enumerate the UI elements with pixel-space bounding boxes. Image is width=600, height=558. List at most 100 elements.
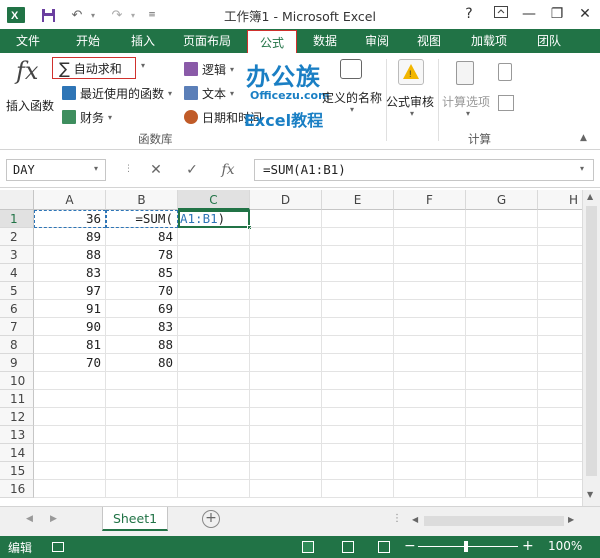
formula-audit-button[interactable]: ! 公式审核 ▾ <box>386 57 438 121</box>
cell-b11[interactable] <box>106 390 178 408</box>
cell-d12[interactable] <box>250 408 322 426</box>
cell-a12[interactable] <box>34 408 106 426</box>
cell-h2[interactable] <box>538 228 582 246</box>
cell-b10[interactable] <box>106 372 178 390</box>
hscroll-right-icon[interactable]: ▶ <box>568 515 574 524</box>
cell-a2[interactable]: 89 <box>34 228 106 246</box>
cell-d5[interactable] <box>250 282 322 300</box>
hscroll-thumb[interactable] <box>424 516 564 526</box>
cell-g13[interactable] <box>466 426 538 444</box>
cell-h6[interactable] <box>538 300 582 318</box>
column-header-c[interactable]: C <box>178 190 250 210</box>
zoom-level[interactable]: 100% <box>548 539 582 553</box>
cell-g2[interactable] <box>466 228 538 246</box>
cell-d11[interactable] <box>250 390 322 408</box>
tab-review[interactable]: 审阅 <box>354 29 400 53</box>
cell-f1[interactable] <box>394 210 466 228</box>
zoom-out-button[interactable]: − <box>404 538 416 554</box>
tab-addins[interactable]: 加载项 <box>458 29 520 53</box>
cell-a4[interactable]: 83 <box>34 264 106 282</box>
column-header-g[interactable]: G <box>466 190 538 210</box>
zoom-in-button[interactable]: + <box>522 538 534 554</box>
row-header-9[interactable]: 9 <box>0 354 34 372</box>
page-break-view-icon[interactable] <box>378 541 390 553</box>
add-sheet-button[interactable]: + <box>202 510 220 528</box>
cell-b4[interactable]: 85 <box>106 264 178 282</box>
cell-b9[interactable]: 80 <box>106 354 178 372</box>
cell-h4[interactable] <box>538 264 582 282</box>
cell-c15[interactable] <box>178 462 250 480</box>
cell-a11[interactable] <box>34 390 106 408</box>
cell-e9[interactable] <box>322 354 394 372</box>
cell-e16[interactable] <box>322 480 394 498</box>
name-box-dropdown-icon[interactable]: ▾ <box>94 164 98 173</box>
cell-a7[interactable]: 90 <box>34 318 106 336</box>
row-header-15[interactable]: 15 <box>0 462 34 480</box>
worksheet-grid[interactable]: ABCDEFGH 1 2 3 4 5 6 7 8 9 10 11 12 13 14 15 16 36 =SUM(… <box>0 190 582 506</box>
cell-g7[interactable] <box>466 318 538 336</box>
name-box[interactable]: DAY <box>6 159 106 181</box>
tab-formulas[interactable]: 公式 <box>247 30 297 54</box>
row-header-3[interactable]: 3 <box>0 246 34 264</box>
autosum-button[interactable]: ∑ 自动求和 <box>52 57 136 79</box>
cell-c8[interactable] <box>178 336 250 354</box>
cell-b15[interactable] <box>106 462 178 480</box>
column-header-e[interactable]: E <box>322 190 394 210</box>
cell-f16[interactable] <box>394 480 466 498</box>
tab-view[interactable]: 视图 <box>406 29 452 53</box>
enter-button[interactable]: ✓ <box>178 159 206 181</box>
cell-a9[interactable]: 70 <box>34 354 106 372</box>
cell-f10[interactable] <box>394 372 466 390</box>
cell-g15[interactable] <box>466 462 538 480</box>
cancel-button[interactable]: ✕ <box>142 159 170 181</box>
row-header-16[interactable]: 16 <box>0 480 34 498</box>
cell-a16[interactable] <box>34 480 106 498</box>
tab-team[interactable]: 团队 <box>524 29 574 53</box>
cell-a6[interactable]: 91 <box>34 300 106 318</box>
insert-function-button[interactable]: fx 插入函数 <box>4 57 56 117</box>
cell-c13[interactable] <box>178 426 250 444</box>
cell-g12[interactable] <box>466 408 538 426</box>
define-name-button[interactable]: 定义的名称 ▾ <box>322 59 382 119</box>
cell-b5[interactable]: 70 <box>106 282 178 300</box>
cell-b14[interactable] <box>106 444 178 462</box>
cell-f6[interactable] <box>394 300 466 318</box>
cell-c5[interactable] <box>178 282 250 300</box>
row-header-10[interactable]: 10 <box>0 372 34 390</box>
expand-formula-bar-icon[interactable]: ▾ <box>580 164 584 173</box>
cell-f12[interactable] <box>394 408 466 426</box>
cell-h16[interactable] <box>538 480 582 498</box>
cell-d9[interactable] <box>250 354 322 372</box>
calc-options-button[interactable]: 计算选项 ▾ <box>440 57 496 121</box>
row-header-1[interactable]: 1 <box>0 210 34 228</box>
cell-a14[interactable] <box>34 444 106 462</box>
formula-input[interactable]: =SUM(A1:B1) <box>254 159 594 181</box>
cell-c7[interactable] <box>178 318 250 336</box>
recent-functions-button[interactable]: 最近使用的函数 ▾ <box>62 83 172 103</box>
cell-h9[interactable] <box>538 354 582 372</box>
horizontal-scrollbar[interactable]: ◀ ▶ <box>410 513 576 529</box>
cell-e2[interactable] <box>322 228 394 246</box>
cell-a10[interactable] <box>34 372 106 390</box>
sheet-tab-sheet1[interactable]: Sheet1 <box>102 507 168 531</box>
cell-f5[interactable] <box>394 282 466 300</box>
cell-g16[interactable] <box>466 480 538 498</box>
vertical-scrollbar[interactable]: ▲ ▼ <box>582 190 600 506</box>
cell-h15[interactable] <box>538 462 582 480</box>
cell-g1[interactable] <box>466 210 538 228</box>
cell-e10[interactable] <box>322 372 394 390</box>
zoom-slider[interactable] <box>418 546 518 547</box>
cell-g5[interactable] <box>466 282 538 300</box>
cell-b12[interactable] <box>106 408 178 426</box>
cell-h1[interactable] <box>538 210 582 228</box>
logic-button[interactable]: 逻辑 ▾ <box>184 59 234 79</box>
column-header-d[interactable]: D <box>250 190 322 210</box>
cell-e8[interactable] <box>322 336 394 354</box>
row-header-13[interactable]: 13 <box>0 426 34 444</box>
cell-h12[interactable] <box>538 408 582 426</box>
row-header-4[interactable]: 4 <box>0 264 34 282</box>
cell-f13[interactable] <box>394 426 466 444</box>
cell-b13[interactable] <box>106 426 178 444</box>
macro-record-icon[interactable] <box>52 542 64 552</box>
row-header-12[interactable]: 12 <box>0 408 34 426</box>
